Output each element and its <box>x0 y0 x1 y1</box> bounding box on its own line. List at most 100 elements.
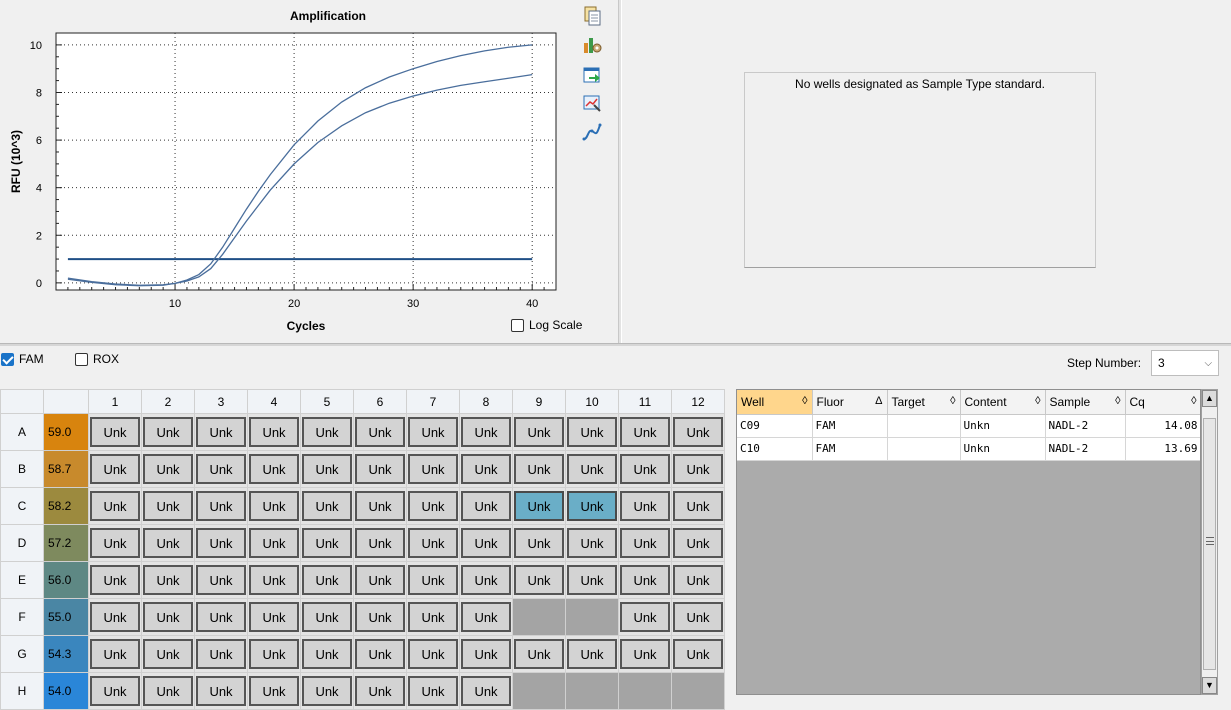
plate-well[interactable]: Unk <box>247 524 301 562</box>
plate-well[interactable]: Unk <box>194 524 248 562</box>
plate-row-header[interactable]: E <box>0 561 44 599</box>
plate-well[interactable]: Unk <box>300 487 354 525</box>
plate-well[interactable]: Unk <box>618 561 672 599</box>
plate-well[interactable]: Unk <box>459 413 513 451</box>
plate-well[interactable]: Unk <box>671 524 725 562</box>
plate-well[interactable]: Unk <box>88 524 142 562</box>
plate-well[interactable]: Unk <box>194 450 248 488</box>
rox-check-box[interactable] <box>75 352 88 366</box>
plate-well[interactable]: Unk <box>141 672 195 710</box>
plate-well[interactable]: Unk <box>671 413 725 451</box>
plate-well[interactable]: Unk <box>459 524 513 562</box>
plate-column-header[interactable]: 9 <box>512 389 566 414</box>
plate-well[interactable]: Unk <box>512 487 566 525</box>
plate-well[interactable]: Unk <box>353 413 407 451</box>
results-column-header[interactable]: Fluor Δ <box>812 390 888 415</box>
results-column-header[interactable]: Target ◊ <box>887 390 961 415</box>
plate-well[interactable]: Unk <box>406 598 460 636</box>
plate-well[interactable]: Unk <box>565 635 619 673</box>
plate-well[interactable]: Unk <box>459 635 513 673</box>
plate-well[interactable]: Unk <box>618 487 672 525</box>
plate-well[interactable]: Unk <box>353 635 407 673</box>
bottom-splitter[interactable] <box>729 386 735 698</box>
plate-well[interactable]: Unk <box>406 524 460 562</box>
plate-well[interactable]: Unk <box>459 487 513 525</box>
empty-well[interactable] <box>565 598 619 636</box>
plate-well[interactable]: Unk <box>300 598 354 636</box>
plate-well[interactable]: Unk <box>247 413 301 451</box>
plate-well[interactable]: Unk <box>88 635 142 673</box>
plate-well[interactable]: Unk <box>88 598 142 636</box>
plate-well[interactable]: Unk <box>88 561 142 599</box>
results-column-header[interactable]: Sample ◊ <box>1045 390 1126 415</box>
plate-column-header[interactable]: 7 <box>406 389 460 414</box>
plate-column-header[interactable]: 6 <box>353 389 407 414</box>
rox-checkbox[interactable]: ROX <box>75 352 119 366</box>
scroll-thumb[interactable] <box>1203 418 1216 670</box>
plate-well[interactable]: Unk <box>459 561 513 599</box>
plate-well[interactable]: Unk <box>406 635 460 673</box>
plate-well[interactable]: Unk <box>512 561 566 599</box>
plate-well[interactable]: Unk <box>512 413 566 451</box>
plate-column-header[interactable]: 1 <box>88 389 142 414</box>
plate-well[interactable]: Unk <box>618 524 672 562</box>
plate-well[interactable]: Unk <box>512 635 566 673</box>
sort-icon[interactable]: ◊ <box>950 395 955 407</box>
plate-well[interactable]: Unk <box>512 524 566 562</box>
plate-well[interactable]: Unk <box>671 450 725 488</box>
results-column-header[interactable]: Cq ◊ <box>1125 390 1200 415</box>
plate-well[interactable]: Unk <box>406 672 460 710</box>
plate-well[interactable]: Unk <box>88 487 142 525</box>
plate-well[interactable]: Unk <box>353 524 407 562</box>
empty-well[interactable] <box>618 672 672 710</box>
plate-well[interactable]: Unk <box>88 450 142 488</box>
plate-well[interactable]: Unk <box>618 598 672 636</box>
curve-icon[interactable] <box>581 121 603 143</box>
plate-well[interactable]: Unk <box>194 672 248 710</box>
empty-well[interactable] <box>512 672 566 710</box>
plate-well[interactable]: Unk <box>141 450 195 488</box>
plate-well[interactable]: Unk <box>671 598 725 636</box>
plate-well[interactable]: Unk <box>459 598 513 636</box>
log-scale-check-box[interactable] <box>511 318 524 332</box>
plate-well[interactable]: Unk <box>618 413 672 451</box>
table-row[interactable]: C10 FAM Unkn NADL-2 13.69 <box>737 437 1200 461</box>
sort-icon[interactable]: ◊ <box>1191 395 1196 407</box>
table-row[interactable]: C09 FAM Unkn NADL-2 14.08 <box>737 414 1200 438</box>
plate-row-header[interactable]: C <box>0 487 44 525</box>
sort-icon[interactable]: ◊ <box>802 395 807 407</box>
plate-column-header[interactable]: 2 <box>141 389 195 414</box>
plate-well[interactable]: Unk <box>141 598 195 636</box>
empty-well[interactable] <box>512 598 566 636</box>
scroll-up-button[interactable]: ▲ <box>1202 390 1217 407</box>
plate-well[interactable]: Unk <box>353 598 407 636</box>
log-scale-checkbox[interactable]: Log Scale <box>511 318 582 332</box>
plate-well[interactable]: Unk <box>565 413 619 451</box>
plate-well[interactable]: Unk <box>671 635 725 673</box>
plate-column-header[interactable]: 10 <box>565 389 619 414</box>
plate-row-header[interactable]: A <box>0 413 44 451</box>
plate-well[interactable]: Unk <box>141 524 195 562</box>
plate-well[interactable]: Unk <box>406 561 460 599</box>
plate-well[interactable]: Unk <box>406 413 460 451</box>
plate-well[interactable]: Unk <box>194 635 248 673</box>
plate-well[interactable]: Unk <box>459 672 513 710</box>
scroll-down-button[interactable]: ▼ <box>1202 677 1217 694</box>
plate-well[interactable]: Unk <box>88 413 142 451</box>
plate-well[interactable]: Unk <box>300 450 354 488</box>
plate-column-header[interactable]: 8 <box>459 389 513 414</box>
plate-well[interactable]: Unk <box>353 450 407 488</box>
plate-well[interactable]: Unk <box>565 561 619 599</box>
plate-well[interactable]: Unk <box>671 487 725 525</box>
copy-icon[interactable] <box>581 5 603 27</box>
plate-well[interactable]: Unk <box>300 635 354 673</box>
plate-well[interactable]: Unk <box>141 487 195 525</box>
plate-well[interactable]: Unk <box>671 561 725 599</box>
results-column-header[interactable]: Well ◊ <box>737 390 813 415</box>
plate-well[interactable]: Unk <box>141 635 195 673</box>
plate-well[interactable]: Unk <box>512 450 566 488</box>
sort-icon[interactable]: ◊ <box>1035 395 1040 407</box>
plate-column-header[interactable]: 12 <box>671 389 725 414</box>
plate-well[interactable]: Unk <box>88 672 142 710</box>
empty-well[interactable] <box>565 672 619 710</box>
